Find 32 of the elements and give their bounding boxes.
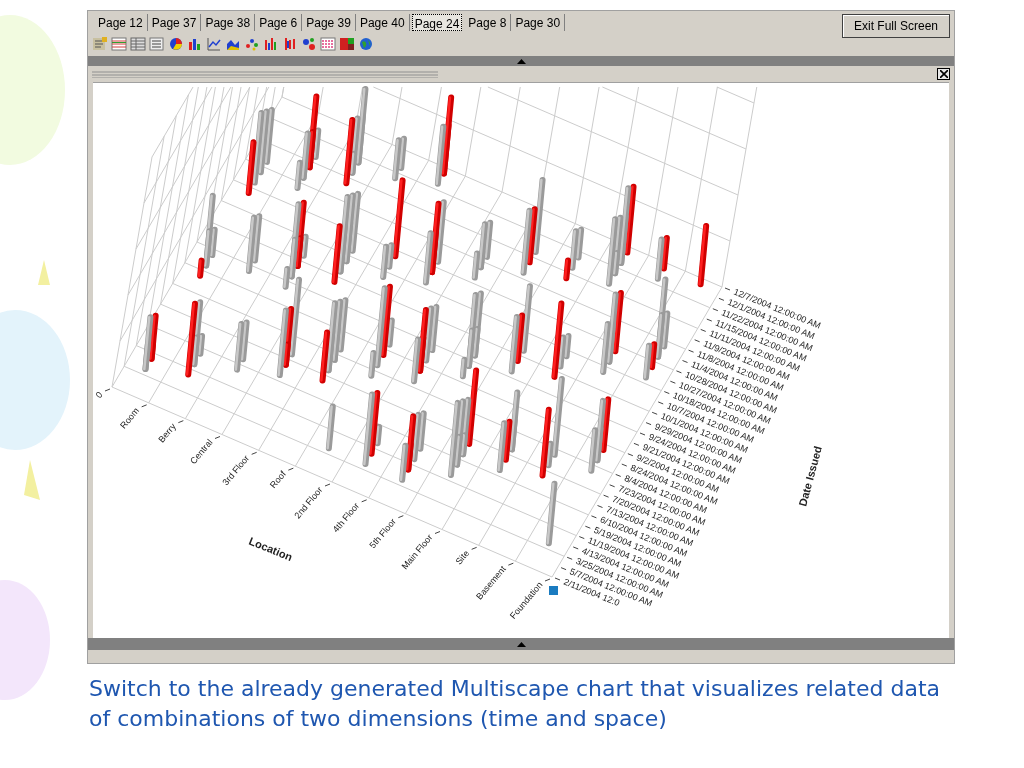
exit-full-screen-button[interactable]: Exit Full Screen — [842, 14, 950, 38]
close-icon — [939, 70, 948, 78]
stock-chart-icon[interactable] — [282, 36, 298, 52]
grip-icon — [92, 70, 438, 78]
slide-caption: Switch to the already generated Multiscape chart that visualizes related data of combinations of two dimensions (time and space) — [89, 675, 941, 733]
page-tab[interactable]: Page 8 — [464, 13, 512, 31]
page-tab[interactable]: Page 40 — [355, 13, 410, 31]
up-triangle-icon — [516, 58, 526, 64]
page-tab[interactable]: Page 30 — [511, 13, 566, 31]
bar-chart-icon[interactable] — [187, 36, 203, 52]
page-tab[interactable]: Page 12 — [94, 13, 148, 31]
table-icon[interactable] — [111, 36, 127, 52]
page-tab[interactable]: Page 24 — [411, 13, 463, 31]
grid-icon[interactable] — [130, 36, 146, 52]
bubble-chart-icon[interactable] — [301, 36, 317, 52]
cube-icon — [549, 586, 558, 595]
line-chart-icon[interactable] — [206, 36, 222, 52]
axis-label: 0 — [93, 389, 105, 401]
scatter-icon[interactable] — [244, 36, 260, 52]
close-button[interactable] — [937, 68, 950, 80]
page-tab[interactable]: Page 39 — [302, 13, 356, 31]
tree-map-icon[interactable] — [339, 36, 355, 52]
globe-icon[interactable] — [358, 36, 374, 52]
pie-chart-icon[interactable] — [168, 36, 184, 52]
axis-label: Site — [453, 548, 472, 567]
axis-title: Date Issued — [796, 444, 824, 508]
up-triangle-icon — [516, 641, 526, 647]
page-tab[interactable]: Page 6 — [255, 13, 303, 31]
page-tab[interactable]: Page 37 — [147, 13, 202, 31]
page-tab[interactable]: Page 38 — [201, 13, 256, 31]
column-chart-icon[interactable] — [263, 36, 279, 52]
heat-map-icon[interactable] — [320, 36, 336, 52]
